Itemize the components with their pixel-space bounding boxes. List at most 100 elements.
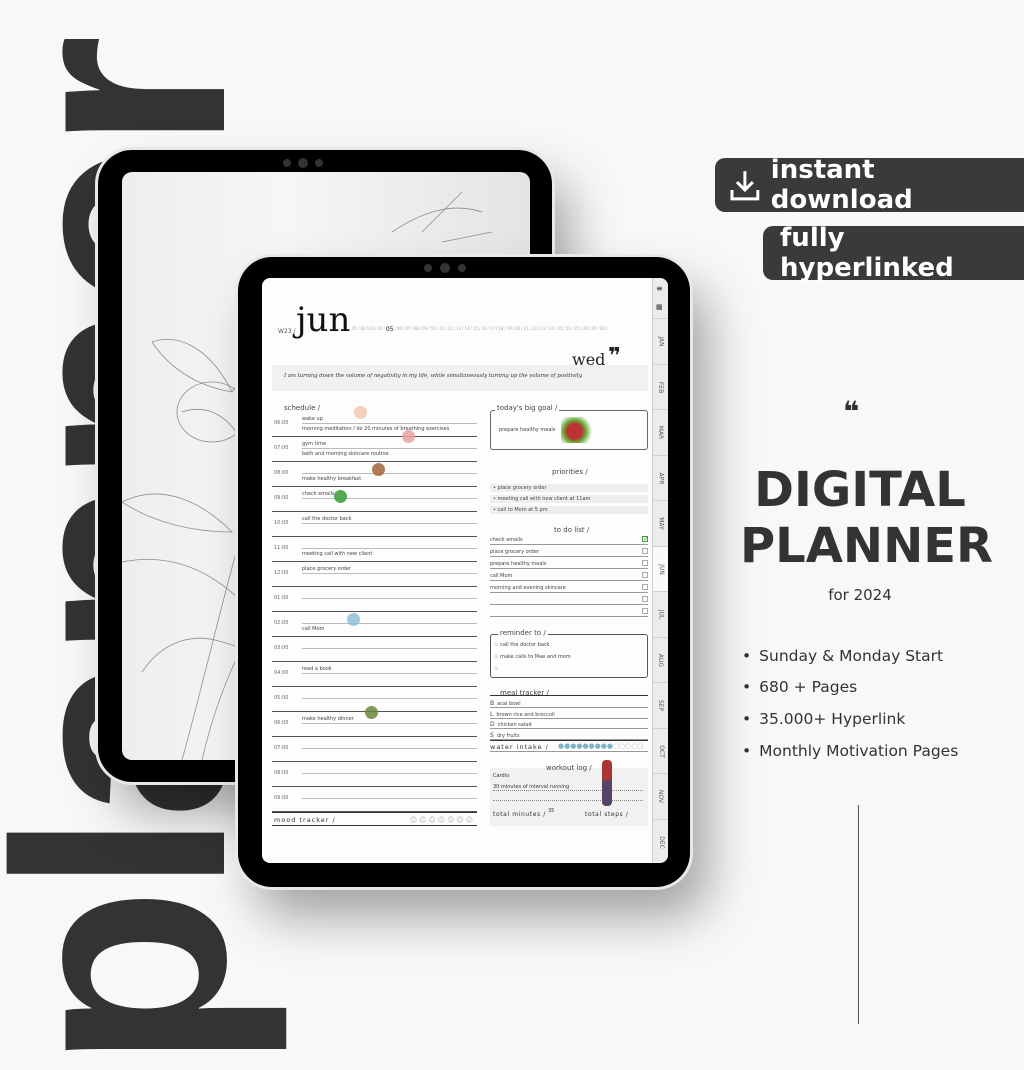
tab-feb[interactable]: FEB: [653, 363, 668, 410]
schedule-entry[interactable]: [302, 587, 477, 599]
date-01[interactable]: 01: [352, 326, 357, 333]
tab-sep[interactable]: SEP: [653, 682, 668, 728]
schedule-entry[interactable]: morning meditation / do 20 minutes of br…: [302, 426, 477, 432]
tab-aug[interactable]: AUG: [653, 636, 668, 683]
schedule-row[interactable]: 12:00 place grocery order: [272, 562, 477, 587]
meal-item[interactable]: Bacai bowl: [490, 698, 648, 708]
schedule-entry[interactable]: wake up: [302, 412, 477, 424]
schedule-row[interactable]: 07:00: [272, 737, 477, 762]
date-22[interactable]: 22: [532, 326, 537, 333]
schedule-row[interactable]: 04:00 read a book: [272, 662, 477, 687]
checkbox[interactable]: [642, 596, 648, 602]
schedule-entry[interactable]: read a book: [302, 662, 477, 674]
date-08[interactable]: 08: [414, 326, 419, 333]
checkbox-checked[interactable]: ✓: [642, 536, 649, 543]
todo-item[interactable]: place grocery order: [490, 546, 648, 557]
month-title[interactable]: jun: [296, 300, 350, 340]
schedule-row[interactable]: 10:00 call the doctor back: [272, 512, 477, 537]
date-23[interactable]: 23: [541, 326, 546, 333]
mood-face-icon[interactable]: ☺: [438, 816, 447, 824]
schedule-entry[interactable]: [302, 687, 477, 699]
schedule-row[interactable]: 02:00 call Mom: [272, 612, 477, 637]
tab-jul[interactable]: JUL: [653, 591, 668, 637]
meal-item[interactable]: Sdry fruits: [490, 730, 648, 740]
schedule-row[interactable]: 09:00 check emails: [272, 487, 477, 512]
schedule-entry[interactable]: [302, 462, 477, 474]
meal-item[interactable]: Dchicken salad: [490, 719, 648, 729]
schedule-entry[interactable]: [302, 762, 477, 774]
calendar-icon[interactable]: ▦: [656, 303, 663, 311]
big-goal-box[interactable]: prepare healthy meals: [490, 410, 648, 450]
date-06[interactable]: 06: [397, 326, 402, 333]
date-18[interactable]: 18: [498, 326, 503, 333]
checkbox[interactable]: [642, 548, 648, 554]
menu-icon[interactable]: ≡: [656, 284, 663, 293]
schedule-entry[interactable]: check emails: [302, 487, 477, 499]
date-19[interactable]: 19: [507, 326, 512, 333]
tab-jun[interactable]: JUN: [653, 545, 668, 592]
schedule-row[interactable]: 06:00 wake up morning meditation / do 20 m…: [272, 412, 477, 437]
mood-face-icon[interactable]: ☺: [428, 816, 437, 824]
todo-item[interactable]: [490, 594, 648, 605]
priority-item[interactable]: • meeting call with new client at 11am: [490, 495, 648, 503]
mood-face-icon[interactable]: ☺: [410, 816, 419, 824]
tab-may[interactable]: MAY: [653, 500, 668, 546]
checkbox[interactable]: [642, 584, 648, 590]
schedule-row[interactable]: 03:00: [272, 637, 477, 662]
date-21[interactable]: 21: [524, 326, 529, 333]
schedule-entry[interactable]: bath and morning skincare routine: [302, 451, 477, 457]
date-25[interactable]: 25: [557, 326, 562, 333]
date-13[interactable]: 13: [456, 326, 461, 333]
schedule-row[interactable]: 08:00: [272, 762, 477, 787]
date-29[interactable]: 29: [591, 326, 596, 333]
schedule-entry[interactable]: gym time: [302, 437, 477, 449]
meal-item[interactable]: Lbrown rice and broccoli: [490, 709, 648, 719]
date-12[interactable]: 12: [448, 326, 453, 333]
date-05[interactable]: 05: [386, 326, 394, 333]
mood-face-icon[interactable]: ☺: [466, 816, 475, 824]
schedule-entry[interactable]: [302, 537, 477, 549]
date-17[interactable]: 17: [490, 326, 495, 333]
water-drop-icon[interactable]: ○: [637, 742, 643, 750]
date-15[interactable]: 15: [473, 326, 478, 333]
priority-item[interactable]: • call to Mom at 5 pm: [490, 506, 648, 514]
date-11[interactable]: 11: [439, 326, 444, 333]
date-26[interactable]: 26: [566, 326, 571, 333]
schedule-row[interactable]: 09:00: [272, 787, 477, 812]
mood-face-icon[interactable]: ☺: [447, 816, 456, 824]
schedule-entry[interactable]: make healthy dinner: [302, 712, 477, 724]
date-14[interactable]: 14: [464, 326, 469, 333]
priority-item[interactable]: • place grocery order: [490, 484, 648, 492]
date-03[interactable]: 03: [369, 326, 374, 333]
reminder-box[interactable]: ♤ call the doctor back ♤ make calls to Ma…: [490, 634, 648, 678]
tab-apr[interactable]: APR: [653, 454, 668, 501]
checkbox[interactable]: [642, 608, 648, 614]
todo-item[interactable]: check emails ✓: [490, 534, 649, 545]
schedule-entry[interactable]: [302, 637, 477, 649]
reminder-item[interactable]: ♤ make calls to Mae and mom: [494, 654, 571, 660]
tab-oct[interactable]: OCT: [653, 727, 668, 774]
schedule-entry[interactable]: [302, 787, 477, 799]
todo-item[interactable]: [490, 606, 648, 617]
date-02[interactable]: 02: [360, 326, 365, 333]
schedule-row[interactable]: 07:00 gym time bath and morning skincare r…: [272, 437, 477, 462]
tab-nov[interactable]: NOV: [653, 773, 668, 819]
schedule-entry[interactable]: [302, 737, 477, 749]
mood-face-icon[interactable]: ☺: [456, 816, 465, 824]
tab-dec[interactable]: DEC: [653, 818, 668, 864]
schedule-entry[interactable]: call the doctor back: [302, 512, 477, 524]
schedule-row[interactable]: 11:00 meeting call with new client: [272, 537, 477, 562]
date-04[interactable]: 04: [377, 326, 382, 333]
date-28[interactable]: 28: [583, 326, 588, 333]
checkbox[interactable]: [642, 560, 648, 566]
schedule-entry[interactable]: call Mom: [302, 626, 477, 632]
schedule-row[interactable]: 01:00: [272, 587, 477, 612]
reminder-item[interactable]: ♤: [494, 666, 498, 672]
date-10[interactable]: 10: [431, 326, 436, 333]
schedule-entry[interactable]: make healthy breakfast: [302, 476, 477, 482]
date-20[interactable]: 20: [515, 326, 520, 333]
checkbox[interactable]: [642, 572, 648, 578]
schedule-entry[interactable]: [302, 612, 477, 624]
date-09[interactable]: 09: [422, 326, 427, 333]
tab-jan[interactable]: JAN: [653, 318, 668, 364]
